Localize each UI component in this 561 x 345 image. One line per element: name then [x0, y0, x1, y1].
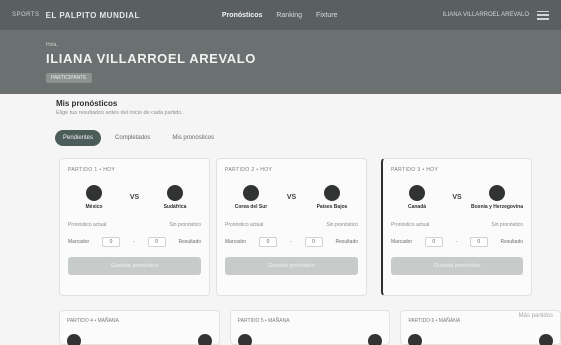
user-menu[interactable]: ILIANA VILLARROEL AREVALO	[442, 10, 549, 20]
nav-item-fixture[interactable]: Fixture	[316, 12, 337, 19]
match-teams: Canadá VS Bosnia y Herzegovina	[391, 185, 523, 210]
prediction-label: Pronóstico actual	[68, 222, 107, 228]
hero-name: ILIANA VILLARROEL AREVALO	[46, 51, 256, 66]
page-title: Mis pronósticos	[56, 99, 118, 108]
hero-kicker: Hola,	[46, 42, 58, 48]
match-preview	[237, 334, 383, 345]
match-card: PARTIDO 1 • HOY México VS Sudáfrica Pron…	[59, 158, 210, 296]
score-label: Marcador	[68, 239, 90, 245]
match-date: PARTIDO 1 • HOY	[68, 167, 116, 173]
score-separator: -	[132, 239, 135, 245]
score-separator: -	[289, 239, 292, 245]
match-teams: México VS Sudáfrica	[68, 185, 201, 210]
away-team: Países Bajos	[306, 185, 358, 210]
main-nav: Pronósticos Ranking Fixture	[222, 12, 338, 19]
away-score-input[interactable]: 0	[147, 237, 166, 247]
match-card: PARTIDO 3 • HOY Canadá VS Bosnia y Herze…	[381, 158, 532, 296]
home-score-input[interactable]: 0	[102, 237, 121, 247]
score-suffix: Resultado	[335, 239, 358, 245]
prediction-value: Sin pronóstico	[491, 222, 523, 228]
prediction-row: Pronóstico actual Sin pronóstico	[225, 222, 358, 228]
score-label: Marcador	[225, 239, 247, 245]
home-team: México	[68, 185, 120, 210]
match-date: PARTIDO 5 • MAÑANA	[237, 318, 290, 324]
score-row: Marcador 0 - 0 Resultado	[391, 237, 523, 247]
team-flag-icon	[197, 334, 212, 345]
home-flag-icon	[409, 185, 425, 201]
upcoming-match-card[interactable]: PARTIDO 4 • MAÑANA	[59, 310, 220, 345]
away-team-name: Sudáfrica	[163, 204, 187, 210]
save-prediction-button[interactable]: Guardar pronóstico	[225, 257, 358, 275]
score-row: Marcador 0 - 0 Resultado	[68, 237, 201, 247]
score-suffix: Resultado	[178, 239, 201, 245]
away-team-name: Países Bajos	[316, 204, 348, 210]
top-navigation-bar: SPORTS EL PALPITO MUNDIAL Pronósticos Ra…	[0, 0, 561, 30]
score-label: Marcador	[391, 239, 413, 245]
away-flag-icon	[489, 185, 505, 201]
menu-icon[interactable]	[537, 10, 549, 20]
home-score-input[interactable]: 0	[259, 237, 278, 247]
nav-item-ranking[interactable]: Ranking	[276, 12, 302, 19]
prediction-row: Pronóstico actual Sin pronóstico	[68, 222, 201, 228]
team-flag-icon	[237, 334, 252, 345]
team-flag-icon	[408, 334, 423, 345]
brand-prefix: SPORTS	[12, 12, 40, 18]
tab-bar: Pendientes Completados Mis pronósticos	[55, 130, 222, 146]
prediction-value: Sin pronóstico	[169, 222, 201, 228]
match-date: PARTIDO 3 • HOY	[391, 167, 439, 173]
home-team-name: Corea del Sur	[234, 204, 268, 210]
away-score-input[interactable]: 0	[469, 237, 488, 247]
versus-label: VS	[452, 194, 462, 201]
match-teams: Corea del Sur VS Países Bajos	[225, 185, 358, 210]
home-team: Canadá	[391, 185, 443, 210]
match-date: PARTIDO 4 • MAÑANA	[67, 318, 119, 324]
score-separator: -	[455, 239, 458, 245]
team-flag-icon	[67, 334, 81, 345]
team-flag-icon	[368, 334, 383, 345]
tab-mis-pronosticos[interactable]: Mis pronósticos	[164, 130, 222, 146]
save-prediction-button[interactable]: Guardar pronóstico	[391, 257, 523, 275]
prediction-label: Pronóstico actual	[391, 222, 430, 228]
team-flag-icon	[539, 334, 554, 345]
tab-pendientes[interactable]: Pendientes	[55, 130, 102, 146]
versus-label: VS	[286, 194, 297, 201]
home-flag-icon	[86, 185, 102, 201]
upcoming-match-card[interactable]: PARTIDO 5 • MAÑANA	[229, 310, 391, 345]
home-team-name: México	[85, 204, 103, 210]
prediction-row: Pronóstico actual Sin pronóstico	[391, 222, 523, 228]
upcoming-matches-strip: PARTIDO 4 • MAÑANA PARTIDO 5 • MAÑANA PA…	[59, 310, 561, 345]
status-badge: PARTICIPANTE	[46, 73, 92, 83]
profile-hero: Hola, ILIANA VILLARROEL AREVALO PARTICIP…	[0, 30, 561, 94]
match-preview	[408, 334, 554, 345]
away-team-name: Bosnia y Herzegovina	[471, 204, 523, 210]
versus-label: VS	[129, 194, 140, 201]
brand[interactable]: SPORTS EL PALPITO MUNDIAL	[12, 11, 140, 20]
score-row: Marcador 0 - 0 Resultado	[225, 237, 358, 247]
away-team: Sudáfrica	[149, 185, 201, 210]
away-team: Bosnia y Herzegovina	[471, 185, 523, 210]
page-subtitle: Elige tus resultados antes del inicio de…	[56, 110, 183, 116]
away-flag-icon	[324, 185, 340, 201]
nav-item-pronosticos[interactable]: Pronósticos	[222, 12, 262, 19]
user-name: ILIANA VILLARROEL AREVALO	[442, 12, 529, 18]
brand-name: EL PALPITO MUNDIAL	[45, 10, 140, 20]
tab-completados[interactable]: Completados	[107, 130, 158, 146]
side-note: Más partidos	[518, 313, 553, 319]
home-score-input[interactable]: 0	[424, 237, 443, 247]
save-prediction-button[interactable]: Guardar pronóstico	[68, 257, 201, 275]
prediction-label: Pronóstico actual	[225, 222, 264, 228]
away-flag-icon	[167, 185, 183, 201]
home-team-name: Canadá	[407, 204, 427, 210]
home-team: Corea del Sur	[225, 185, 277, 210]
match-preview	[67, 334, 212, 345]
away-score-input[interactable]: 0	[304, 237, 323, 247]
score-suffix: Resultado	[500, 239, 523, 245]
home-flag-icon	[243, 185, 259, 201]
match-card: PARTIDO 2 • HOY Corea del Sur VS Países …	[216, 158, 367, 296]
prediction-value: Sin pronóstico	[326, 222, 358, 228]
match-date: PARTIDO 2 • HOY	[225, 167, 273, 173]
